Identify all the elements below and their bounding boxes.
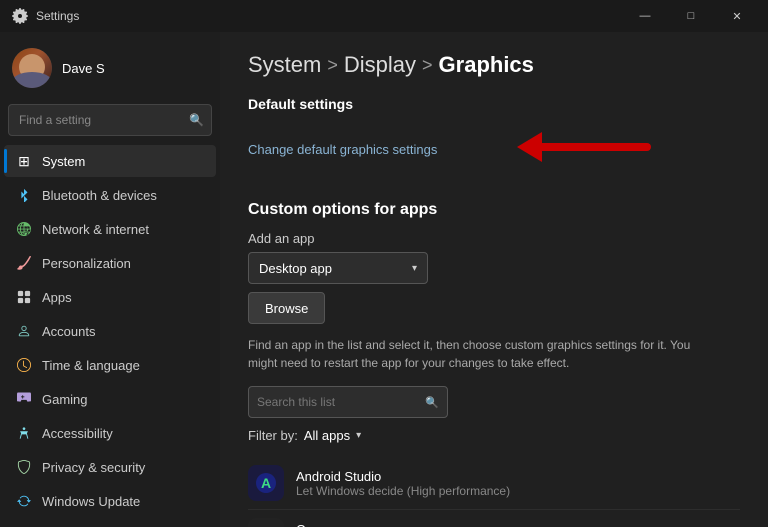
sidebar-item-bluetooth[interactable]: Bluetooth & devices (4, 179, 216, 211)
sidebar-item-label: System (42, 154, 85, 169)
chevron-down-icon: ▾ (412, 263, 417, 274)
search-list-icon: 🔍 (425, 396, 439, 409)
sidebar-item-accessibility[interactable]: Accessibility (4, 417, 216, 449)
camera-info: Camera Let Windows decide (Power saving) (296, 522, 487, 527)
titlebar-controls: — □ ✕ (622, 0, 760, 32)
sidebar-item-label: Accounts (42, 324, 95, 339)
gaming-icon (16, 391, 32, 407)
sidebar-item-label: Windows Update (42, 494, 140, 509)
info-text: Find an app in the list and select it, t… (248, 336, 708, 372)
avatar-image (12, 48, 52, 88)
avatar (12, 48, 52, 88)
maximize-button[interactable]: □ (668, 0, 714, 32)
camera-icon (248, 518, 284, 527)
default-settings-title: Default settings (248, 96, 740, 112)
android-studio-sub: Let Windows decide (High performance) (296, 484, 510, 498)
red-arrow (497, 122, 657, 177)
sidebar-profile: Dave S (0, 40, 220, 100)
sidebar-item-label: Time & language (42, 358, 140, 373)
custom-options-title: Custom options for apps (248, 201, 740, 219)
sidebar-item-personalization[interactable]: Personalization (4, 247, 216, 279)
titlebar-left: Settings (12, 8, 79, 24)
network-icon (16, 221, 32, 237)
update-icon (16, 493, 32, 509)
search-box: 🔍 (8, 104, 212, 136)
sidebar-item-label: Gaming (42, 392, 88, 407)
system-icon: ⊞ (16, 153, 32, 169)
sidebar-item-label: Network & internet (42, 222, 149, 237)
breadcrumb-display: Display (344, 52, 416, 78)
titlebar-title: Settings (36, 9, 79, 23)
app-item-android-studio[interactable]: A Android Studio Let Windows decide (Hig… (248, 457, 740, 510)
breadcrumb-sep2: > (422, 55, 433, 76)
add-app-label: Add an app (248, 231, 740, 246)
sidebar-search-icon: 🔍 (189, 113, 204, 127)
bluetooth-icon (16, 187, 32, 203)
android-studio-icon: A (248, 465, 284, 501)
sidebar-item-gaming[interactable]: Gaming (4, 383, 216, 415)
svg-text:A: A (261, 475, 271, 491)
app-item-camera[interactable]: Camera Let Windows decide (Power saving) (248, 510, 740, 527)
sidebar-item-label: Privacy & security (42, 460, 145, 475)
search-list-box: 🔍 (248, 386, 448, 418)
accessibility-icon (16, 425, 32, 441)
browse-button[interactable]: Browse (248, 292, 325, 324)
time-icon (16, 357, 32, 373)
content-area: System > Display > Graphics Default sett… (220, 32, 768, 527)
sidebar-search-input[interactable] (8, 104, 212, 136)
sidebar-item-privacy[interactable]: Privacy & security (4, 451, 216, 483)
dropdown-row: Desktop app ▾ (248, 252, 740, 284)
minimize-button[interactable]: — (622, 0, 668, 32)
sidebar-item-system[interactable]: ⊞ System (4, 145, 216, 177)
sidebar-item-update[interactable]: Windows Update (4, 485, 216, 517)
change-default-link[interactable]: Change default graphics settings (248, 142, 437, 157)
personalization-icon (16, 255, 32, 271)
breadcrumb: System > Display > Graphics (248, 52, 740, 78)
accounts-icon (16, 323, 32, 339)
android-studio-info: Android Studio Let Windows decide (High … (296, 469, 510, 498)
sidebar-item-label: Personalization (42, 256, 131, 271)
privacy-icon (16, 459, 32, 475)
sidebar-item-label: Accessibility (42, 426, 113, 441)
profile-name: Dave S (62, 61, 105, 76)
avatar-body (12, 72, 52, 88)
titlebar: Settings — □ ✕ (0, 0, 768, 32)
android-studio-name: Android Studio (296, 469, 510, 484)
sidebar-item-apps[interactable]: Apps (4, 281, 216, 313)
app-list: A Android Studio Let Windows decide (Hig… (248, 457, 740, 527)
dropdown-value: Desktop app (259, 261, 332, 276)
breadcrumb-sep1: > (327, 55, 338, 76)
filter-row: Filter by: All apps ▾ (248, 428, 740, 443)
app-type-dropdown[interactable]: Desktop app ▾ (248, 252, 428, 284)
filter-value[interactable]: All apps (304, 428, 350, 443)
link-row: Change default graphics settings (248, 122, 740, 177)
sidebar-item-label: Bluetooth & devices (42, 188, 157, 203)
camera-name: Camera (296, 522, 487, 527)
filter-label: Filter by: (248, 428, 298, 443)
filter-chevron-icon: ▾ (356, 430, 361, 441)
search-list-input[interactable] (257, 395, 425, 409)
settings-icon (12, 8, 28, 24)
close-button[interactable]: ✕ (714, 0, 760, 32)
apps-icon (16, 289, 32, 305)
sidebar: Dave S 🔍 ⊞ System Bluetooth & devices Ne… (0, 32, 220, 527)
sidebar-item-accounts[interactable]: Accounts (4, 315, 216, 347)
breadcrumb-system: System (248, 52, 321, 78)
breadcrumb-graphics: Graphics (439, 52, 534, 78)
sidebar-item-network[interactable]: Network & internet (4, 213, 216, 245)
main-layout: Dave S 🔍 ⊞ System Bluetooth & devices Ne… (0, 32, 768, 527)
sidebar-item-label: Apps (42, 290, 72, 305)
sidebar-item-time[interactable]: Time & language (4, 349, 216, 381)
